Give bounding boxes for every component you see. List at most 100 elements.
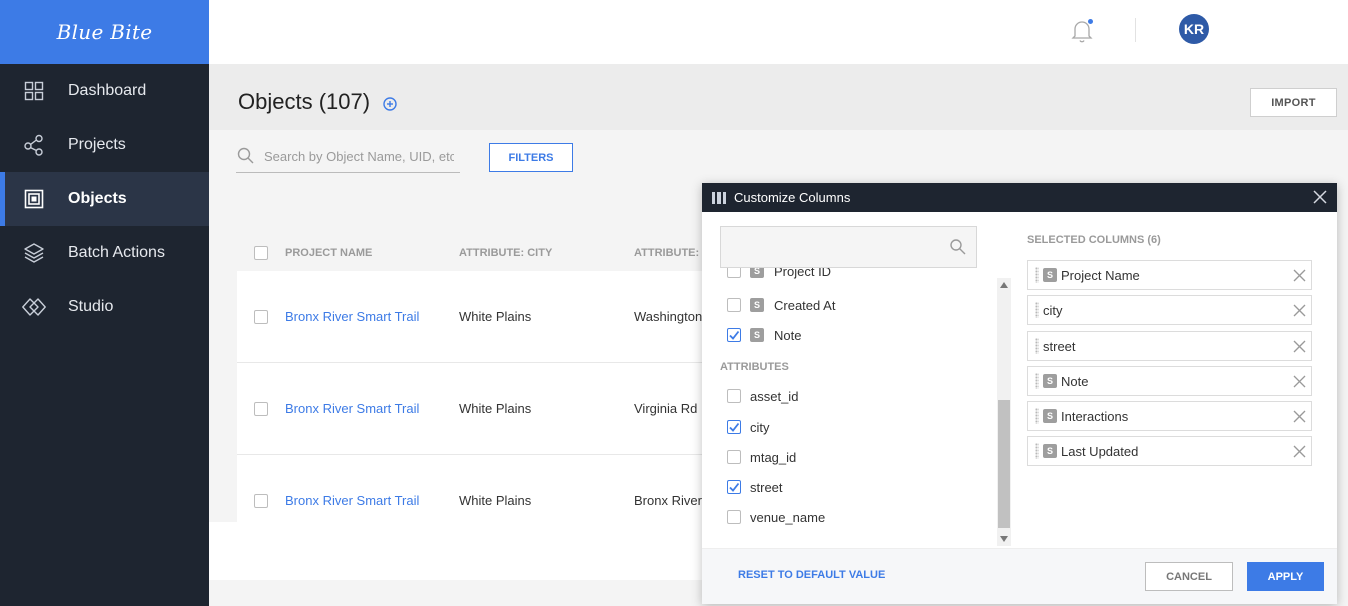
selected-column-label: street [1043,338,1076,354]
option-label: Project ID [774,268,832,279]
drag-handle-icon[interactable] [1035,338,1039,354]
selected-column-project-name[interactable]: S Project Name [1027,260,1312,290]
option-label: mtag_id [750,449,797,465]
column-option-asset-id[interactable]: asset_id [727,386,798,406]
selected-column-interactions[interactable]: S Interactions [1027,401,1312,431]
drag-handle-icon[interactable] [1035,302,1039,318]
search-input[interactable] [264,148,454,164]
selected-column-label: Project Name [1061,267,1140,283]
selected-column-label: Note [1061,373,1089,389]
sidebar-item-dashboard[interactable]: Dashboard [0,64,209,118]
selected-column-street[interactable]: street [1027,331,1312,361]
share-nodes-icon [22,133,46,157]
row-checkbox[interactable] [254,493,268,508]
reset-default-link[interactable]: RESET TO DEFAULT VALUE [738,569,885,581]
selected-column-last-updated[interactable]: S Last Updated [1027,436,1312,466]
sidebar-item-label: Projects [68,136,126,153]
sidebar: Blue Bite Dashboard Projects Objects Bat… [0,0,209,606]
search-bar [236,140,460,173]
remove-icon[interactable] [1293,340,1306,353]
sidebar-item-label: Batch Actions [68,244,165,261]
checkbox[interactable] [727,450,741,464]
column-search-input[interactable] [720,226,977,268]
sidebar-item-studio[interactable]: Studio [0,280,209,334]
column-header-city[interactable]: ATTRIBUTE: CITY [459,247,634,259]
import-button[interactable]: IMPORT [1250,88,1337,117]
column-option-note[interactable]: S Note [727,325,801,345]
selected-columns-heading: SELECTED COLUMNS (6) [1027,234,1161,246]
column-option-project-id[interactable]: S Project ID [727,268,831,281]
filters-button[interactable]: FILTERS [489,143,573,172]
add-circle-icon[interactable] [383,97,397,111]
page-header: Objects (107) IMPORT [209,64,1348,130]
standard-badge: S [1043,374,1057,388]
brand-logo[interactable]: Blue Bite [0,0,209,64]
drag-handle-icon[interactable] [1035,443,1039,459]
project-link[interactable]: Bronx River Smart Trail [285,309,459,324]
page-title: Objects (107) [238,89,371,114]
checkbox-checked[interactable] [727,420,741,434]
column-option-city[interactable]: city [727,417,770,437]
option-label: Created At [774,297,836,313]
checkbox-checked[interactable] [727,480,741,494]
remove-icon[interactable] [1293,445,1306,458]
cancel-button[interactable]: CANCEL [1145,562,1233,591]
standard-badge: S [750,328,764,342]
checkbox[interactable] [727,268,741,278]
sidebar-item-batch-actions[interactable]: Batch Actions [0,226,209,280]
scroll-down-arrow-icon[interactable] [997,532,1011,546]
drag-handle-icon[interactable] [1035,408,1039,424]
apply-button[interactable]: APPLY [1247,562,1324,591]
dialog-title: Customize Columns [734,190,851,205]
remove-icon[interactable] [1293,304,1306,317]
avatar-initials: KR [1183,21,1205,37]
selected-column-city[interactable]: city [1027,295,1312,325]
checkbox[interactable] [727,510,741,524]
brand-name: Blue Bite [56,20,153,44]
drag-handle-icon[interactable] [1035,267,1039,283]
checkbox[interactable] [727,389,741,403]
top-divider [1135,18,1136,42]
avatar[interactable]: KR [1179,14,1209,44]
option-label: Note [774,327,802,343]
checkbox-checked[interactable] [727,328,741,342]
top-bar: KR [209,0,1348,64]
scroll-up-arrow-icon[interactable] [997,278,1011,292]
list-scrollbar[interactable] [997,278,1011,546]
sidebar-item-label: Dashboard [68,82,147,99]
row-checkbox[interactable] [254,309,268,324]
project-link[interactable]: Bronx River Smart Trail [285,493,459,508]
grid-icon [22,79,46,103]
sidebar-item-label: Studio [68,298,114,315]
standard-badge: S [1043,268,1057,282]
column-option-venue-name[interactable]: venue_name [727,507,825,527]
notification-dot [1088,19,1093,24]
dialog-header: Customize Columns [702,183,1337,212]
cell-city: White Plains [459,309,532,324]
project-link[interactable]: Bronx River Smart Trail [285,401,459,416]
remove-icon[interactable] [1293,375,1306,388]
sidebar-item-projects[interactable]: Projects [0,118,209,172]
sidebar-item-objects[interactable]: Objects [0,172,209,226]
column-header-project-name[interactable]: PROJECT NAME [285,247,459,259]
remove-icon[interactable] [1293,410,1306,423]
selected-column-label: Last Updated [1061,443,1139,459]
scrollbar-thumb[interactable] [998,400,1010,528]
customize-columns-dialog: Customize Columns S Project ID S Created… [702,183,1337,604]
column-option-street[interactable]: street [727,477,783,497]
standard-badge: S [1043,409,1057,423]
standard-badge: S [1043,444,1057,458]
standard-badge: S [750,268,764,278]
attributes-heading: ATTRIBUTES [720,361,789,373]
notification-bell-icon[interactable] [1070,18,1094,44]
drag-handle-icon[interactable] [1035,373,1039,389]
checkbox[interactable] [727,298,741,312]
select-all-checkbox[interactable] [254,245,268,260]
column-option-created-at[interactable]: S Created At [727,295,835,315]
remove-icon[interactable] [1293,269,1306,282]
column-option-mtag-id[interactable]: mtag_id [727,447,796,467]
columns-icon [712,191,726,204]
row-checkbox[interactable] [254,401,268,416]
selected-column-note[interactable]: S Note [1027,366,1312,396]
close-icon[interactable] [1313,190,1327,204]
